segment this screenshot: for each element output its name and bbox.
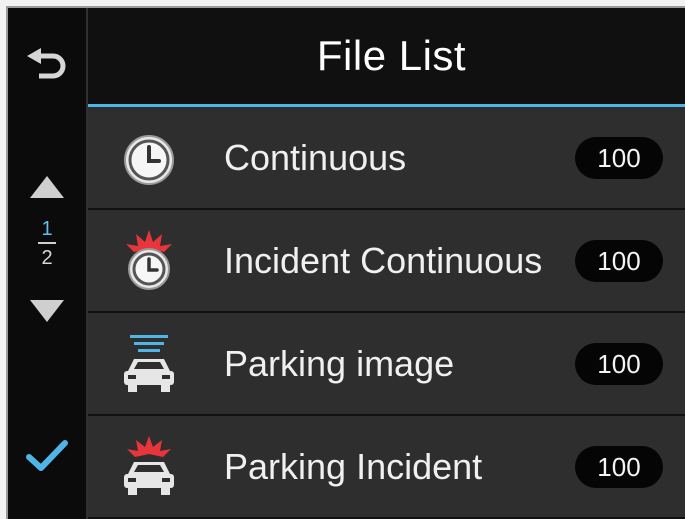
- checkmark-icon: [26, 440, 68, 471]
- item-count-badge: 100: [575, 343, 663, 385]
- parked-car-icon: [124, 335, 174, 392]
- item-count-badge: 100: [575, 137, 663, 179]
- list-item-continuous[interactable]: Continuous 100: [88, 107, 685, 210]
- triangle-down-icon: [30, 300, 64, 322]
- page-down-button[interactable]: [8, 294, 86, 328]
- item-label: Parking image: [224, 343, 455, 384]
- header: File List: [88, 8, 685, 107]
- file-category-list: Continuous 100 Incident Continuous 100 P…: [88, 107, 685, 519]
- item-label: Continuous: [224, 137, 407, 178]
- item-label: Parking Incident: [224, 446, 483, 487]
- page-title: File List: [316, 32, 467, 79]
- page-indicator: 1 2: [8, 216, 86, 288]
- list-item-incident-continuous[interactable]: Incident Continuous 100: [88, 210, 685, 313]
- car-alert-icon: [124, 436, 174, 495]
- item-count-badge: 100: [575, 240, 663, 282]
- page-total: 2: [41, 247, 53, 269]
- item-count-badge: 100: [575, 446, 663, 488]
- page-current: 1: [38, 216, 56, 244]
- confirm-button[interactable]: [8, 426, 86, 486]
- page-up-button[interactable]: [8, 170, 86, 204]
- device-screen: 1 2 File List Continuous 100 Incident Co…: [6, 6, 685, 519]
- clock-alert-icon: [126, 230, 172, 290]
- back-arrow-icon: [27, 48, 66, 79]
- item-label: Incident Continuous: [224, 240, 543, 281]
- back-button[interactable]: [8, 38, 86, 98]
- triangle-up-icon: [30, 176, 64, 198]
- list-item-parking-incident[interactable]: Parking Incident 100: [88, 416, 685, 519]
- clock-icon: [124, 135, 174, 185]
- sidebar: 1 2: [8, 8, 88, 519]
- list-item-parking-image[interactable]: Parking image 100: [88, 313, 685, 416]
